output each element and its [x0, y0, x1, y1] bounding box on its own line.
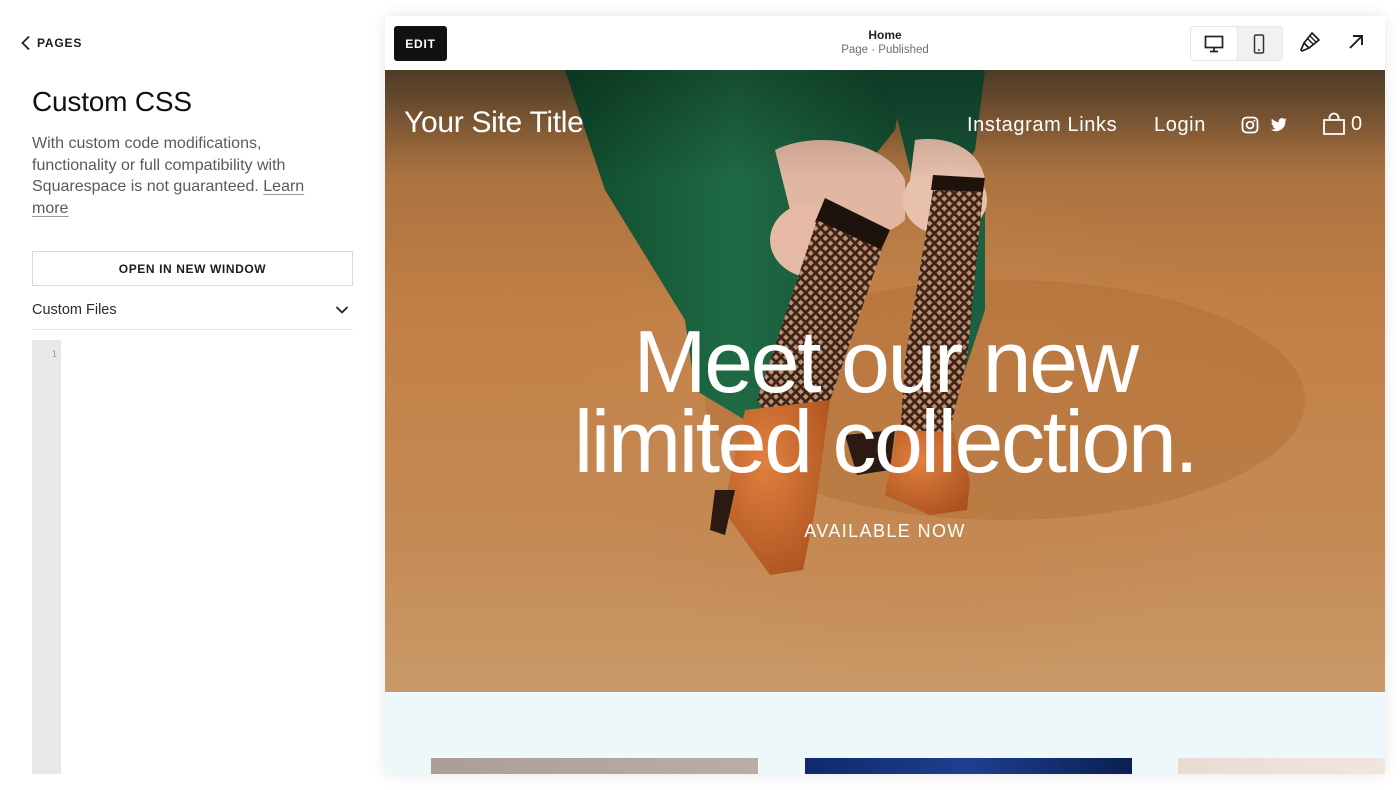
- chevron-down-icon: [335, 305, 349, 314]
- desktop-icon: [1204, 35, 1224, 52]
- site-styles-button[interactable]: [1299, 31, 1321, 53]
- product-image-2[interactable]: [805, 758, 1132, 774]
- css-code-editor[interactable]: 1: [32, 340, 353, 774]
- nav-login[interactable]: Login: [1154, 114, 1206, 137]
- nav-instagram-links[interactable]: Instagram Links: [967, 114, 1117, 137]
- site-title[interactable]: Your Site Title: [404, 106, 584, 140]
- mobile-view-button[interactable]: [1237, 27, 1283, 60]
- custom-css-panel: PAGES Custom CSS With custom code modifi…: [0, 0, 385, 790]
- custom-files-label: Custom Files: [32, 301, 117, 318]
- page-name: Home: [868, 28, 902, 42]
- back-label: PAGES: [37, 36, 83, 50]
- page-status: Page · Published: [841, 44, 929, 56]
- back-to-pages-link[interactable]: PAGES: [20, 35, 82, 51]
- panel-title: Custom CSS: [32, 86, 192, 117]
- line-number: 1: [51, 350, 57, 360]
- cart-count: 0: [1351, 112, 1363, 135]
- hero-section: Your Site Title Instagram Links Login 0 …: [385, 70, 1385, 692]
- line-number-gutter: 1: [32, 340, 61, 774]
- hero-headline: Meet our new limited collection.: [385, 318, 1385, 486]
- edit-button[interactable]: EDIT: [394, 26, 447, 61]
- cart-button[interactable]: 0: [1322, 112, 1362, 136]
- mobile-icon: [1254, 33, 1265, 54]
- description-text: With custom code modifications, function…: [32, 135, 286, 195]
- product-image-1[interactable]: [431, 758, 758, 774]
- product-image-3[interactable]: [1178, 758, 1385, 774]
- shopping-bag-icon: [1323, 112, 1345, 135]
- panel-description: With custom code modifications, function…: [32, 133, 332, 219]
- custom-files-dropdown[interactable]: Custom Files: [32, 290, 353, 330]
- twitter-icon[interactable]: [1270, 116, 1288, 134]
- chevron-left-icon: [21, 35, 30, 51]
- external-link-icon: [1349, 35, 1363, 49]
- paintbrush-icon: [1300, 32, 1320, 52]
- preview-toolbar: EDIT Home Page · Published: [385, 16, 1385, 70]
- desktop-view-button[interactable]: [1191, 27, 1237, 60]
- headline-line-2: limited collection.: [573, 392, 1199, 491]
- open-site-button[interactable]: [1345, 31, 1367, 53]
- page-info: Home Page · Published: [785, 28, 985, 56]
- device-view-toggle: [1190, 26, 1283, 61]
- available-now-link[interactable]: AVAILABLE NOW: [385, 521, 1385, 542]
- site-preview-frame: EDIT Home Page · Published Your Site Tit…: [385, 16, 1385, 774]
- open-in-new-window-button[interactable]: OPEN IN NEW WINDOW: [32, 251, 353, 286]
- instagram-icon[interactable]: [1241, 116, 1259, 134]
- product-section: [385, 692, 1385, 774]
